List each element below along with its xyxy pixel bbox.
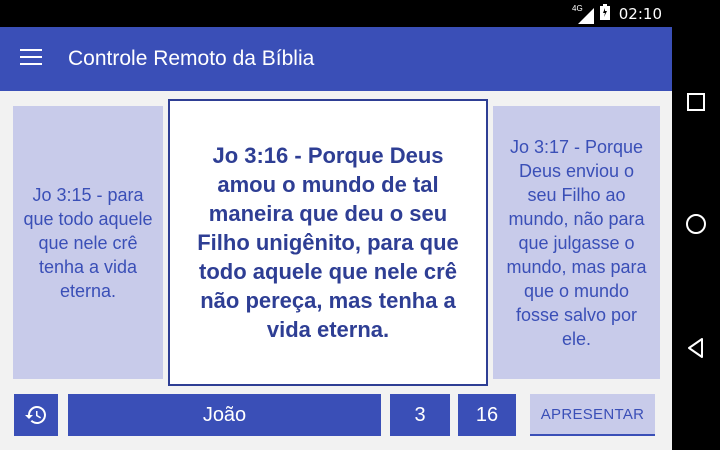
history-button[interactable] [14, 394, 58, 436]
triangle-back-icon [688, 338, 703, 358]
next-verse-card[interactable]: Jo 3:17 - Porque Deus enviou o seu Filho… [493, 106, 660, 379]
book-selector[interactable]: João [68, 394, 381, 436]
app-bar: Controle Remoto da Bíblia [0, 27, 672, 91]
signal-icon: 4G [572, 4, 594, 24]
main-content: Jo 3:15 - para que todo aquele que nele … [0, 91, 672, 450]
next-verse-text: Jo 3:17 - Porque Deus enviou o seu Filho… [506, 136, 647, 349]
previous-verse-card[interactable]: Jo 3:15 - para que todo aquele que nele … [13, 106, 163, 379]
previous-verse-text: Jo 3:15 - para que todo aquele que nele … [23, 184, 153, 301]
clock: 02:10 [618, 5, 662, 23]
current-verse-card: Jo 3:16 - Porque Deus amou o mundo de ta… [168, 99, 488, 386]
status-icons: 4G [572, 4, 610, 25]
status-bar: 4G 02:10 [0, 0, 672, 27]
battery-icon [600, 4, 610, 25]
app-title: Controle Remoto da Bíblia [68, 47, 315, 70]
verse-number: 16 [475, 403, 499, 426]
hamburger-menu-icon[interactable] [20, 49, 42, 67]
current-verse-text: Jo 3:16 - Porque Deus amou o mundo de ta… [197, 143, 459, 342]
chapter-number: 3 [414, 403, 426, 426]
present-label: APRESENTAR [540, 405, 645, 423]
home-button[interactable] [684, 212, 708, 236]
book-name: João [202, 403, 247, 426]
system-nav-bar [672, 0, 720, 450]
circle-icon [686, 214, 706, 234]
verse-selector[interactable]: 16 [458, 394, 516, 436]
present-button[interactable]: APRESENTAR [530, 394, 655, 436]
recents-button[interactable] [684, 90, 708, 114]
square-icon [687, 93, 705, 111]
back-button[interactable] [684, 336, 708, 360]
history-icon [25, 406, 46, 424]
chapter-selector[interactable]: 3 [390, 394, 450, 436]
